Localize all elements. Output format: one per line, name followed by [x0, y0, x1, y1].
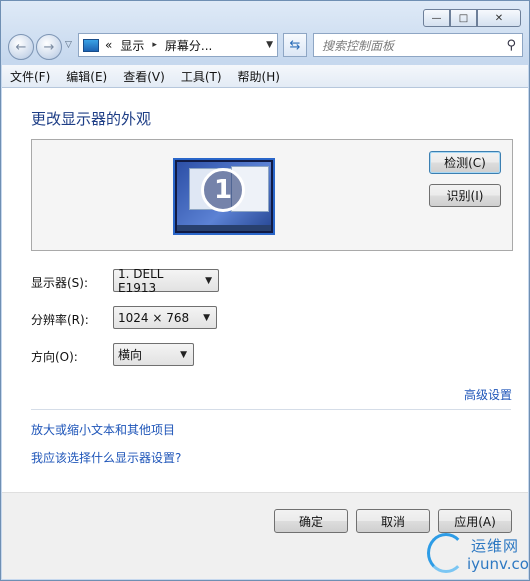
address-dropdown-icon[interactable]: ▼ [266, 40, 273, 50]
breadcrumb-display[interactable]: 显示 [120, 37, 144, 54]
display-select[interactable]: 1. DELL E1913 ▼ [113, 266, 219, 295]
menu-bar: 文件(F) 编辑(E) 查看(V) 工具(T) 帮助(H) [2, 65, 528, 88]
forward-button[interactable]: → [36, 34, 62, 60]
identify-button[interactable]: 识别(I) [429, 184, 501, 207]
orientation-select-value: 横向 [118, 348, 143, 362]
orientation-select[interactable]: 横向 ▼ [113, 343, 194, 366]
which-settings-link[interactable]: 我应该选择什么显示器设置? [31, 449, 181, 466]
cancel-button[interactable]: 取消 [356, 509, 430, 533]
menu-tools[interactable]: 工具(T) [181, 68, 222, 85]
chevron-down-icon: ▼ [203, 312, 210, 323]
page-title: 更改显示器的外观 [31, 110, 152, 128]
close-button[interactable]: ✕ [477, 9, 521, 27]
maximize-button[interactable]: □ [450, 9, 477, 27]
menu-view[interactable]: 查看(V) [123, 68, 165, 85]
arrow-left-icon: ← [15, 39, 27, 55]
chevron-down-icon: ▼ [205, 275, 212, 286]
arrow-right-icon: → [43, 39, 55, 55]
text-size-link[interactable]: 放大或缩小文本和其他项目 [31, 421, 175, 438]
ok-button[interactable]: 确定 [274, 509, 348, 533]
menu-file[interactable]: 文件(F) [10, 68, 50, 85]
control-panel-icon [83, 38, 99, 52]
dialog-footer: 确定 取消 应用(A) 运维网 iyunv.com [2, 492, 530, 579]
caption-buttons: — □ ✕ [423, 9, 521, 27]
address-bar[interactable]: « 显示 ▸ 屏幕分... ▼ [78, 33, 278, 57]
resolution-label: 分辨率(R): [31, 313, 89, 327]
minimize-button[interactable]: — [423, 9, 450, 27]
control-panel-window: — □ ✕ ← → ▽ « 显示 ▸ 屏幕分... ▼ ⇆ 搜索控制面板 ⚲ 文… [0, 0, 530, 581]
taskbar-thumbnail [177, 225, 271, 231]
breadcrumb-overflow[interactable]: « [105, 38, 112, 52]
display-select-value: 1. DELL E1913 [118, 266, 164, 295]
refresh-icon: ⇆ [289, 37, 301, 53]
advanced-settings-link[interactable]: 高级设置 [464, 386, 512, 403]
monitor-screen: 1 [177, 162, 271, 225]
breadcrumb-screen-resolution[interactable]: 屏幕分... [165, 37, 212, 54]
monitor-thumbnail[interactable]: 1 [173, 158, 275, 235]
navigation-bar: ← → ▽ « 显示 ▸ 屏幕分... ▼ ⇆ 搜索控制面板 ⚲ [8, 32, 523, 60]
watermark-text-cn: 运维网 [471, 537, 520, 555]
divider [31, 409, 511, 410]
apply-button[interactable]: 应用(A) [438, 509, 512, 533]
search-input[interactable]: 搜索控制面板 ⚲ [313, 33, 523, 57]
detect-button[interactable]: 检测(C) [429, 151, 501, 174]
refresh-button[interactable]: ⇆ [283, 33, 307, 57]
watermark-swirl-icon [427, 533, 465, 573]
monitor-number-badge: 1 [201, 168, 245, 212]
chevron-down-icon: ▼ [180, 349, 187, 360]
menu-edit[interactable]: 编辑(E) [66, 68, 107, 85]
back-button[interactable]: ← [8, 34, 34, 60]
watermark-logo: 运维网 iyunv.com [427, 533, 530, 575]
watermark-text-en: iyunv.com [467, 555, 530, 573]
search-placeholder: 搜索控制面板 [322, 38, 395, 53]
recent-pages-dropdown[interactable]: ▽ [65, 40, 72, 50]
display-label: 显示器(S): [31, 276, 89, 290]
resolution-select-value: 1024 × 768 [118, 310, 190, 325]
search-icon[interactable]: ⚲ [506, 38, 516, 53]
display-preview: 1 检测(C) 识别(I) [31, 139, 513, 251]
menu-help[interactable]: 帮助(H) [238, 68, 280, 85]
breadcrumb-separator-icon[interactable]: ▸ [152, 40, 157, 50]
resolution-select[interactable]: 1024 × 768 ▼ [113, 306, 217, 329]
breadcrumb: « 显示 ▸ 屏幕分... [105, 37, 212, 54]
orientation-label: 方向(O): [31, 350, 78, 364]
content-pane: 更改显示器的外观 1 检测(C) 识别(I) 显示器(S): 1. DELL E… [2, 88, 530, 579]
